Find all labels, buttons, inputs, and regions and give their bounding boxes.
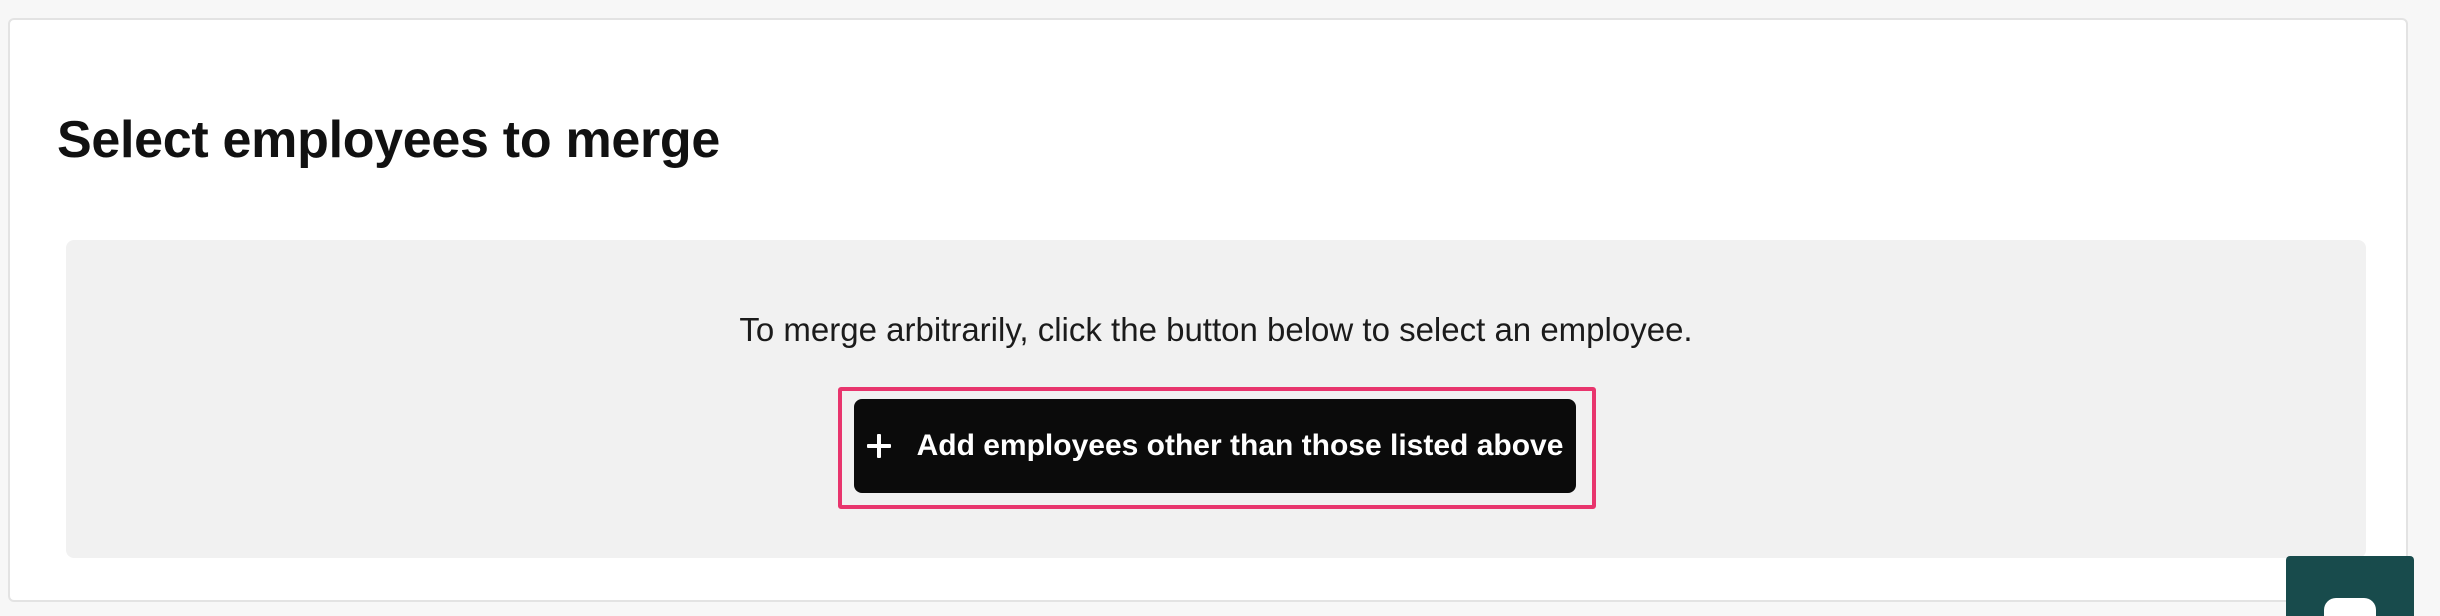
button-highlight: Add employees other than those listed ab… [838, 387, 1596, 509]
add-employees-button[interactable]: Add employees other than those listed ab… [854, 399, 1576, 493]
page: Select employees to merge To merge arbit… [0, 0, 2440, 616]
chat-launcher-button[interactable] [2286, 556, 2414, 616]
chat-bubble-icon [2324, 598, 2376, 616]
merge-instruction: To merge arbitrarily, click the button b… [739, 311, 1693, 348]
merge-panel: To merge arbitrarily, click the button b… [66, 240, 2366, 558]
merge-employees-card: Select employees to merge To merge arbit… [8, 18, 2408, 602]
add-employees-button-label: Add employees other than those listed ab… [916, 429, 1564, 462]
page-title: Select employees to merge [57, 111, 721, 169]
plus-icon [866, 434, 891, 458]
